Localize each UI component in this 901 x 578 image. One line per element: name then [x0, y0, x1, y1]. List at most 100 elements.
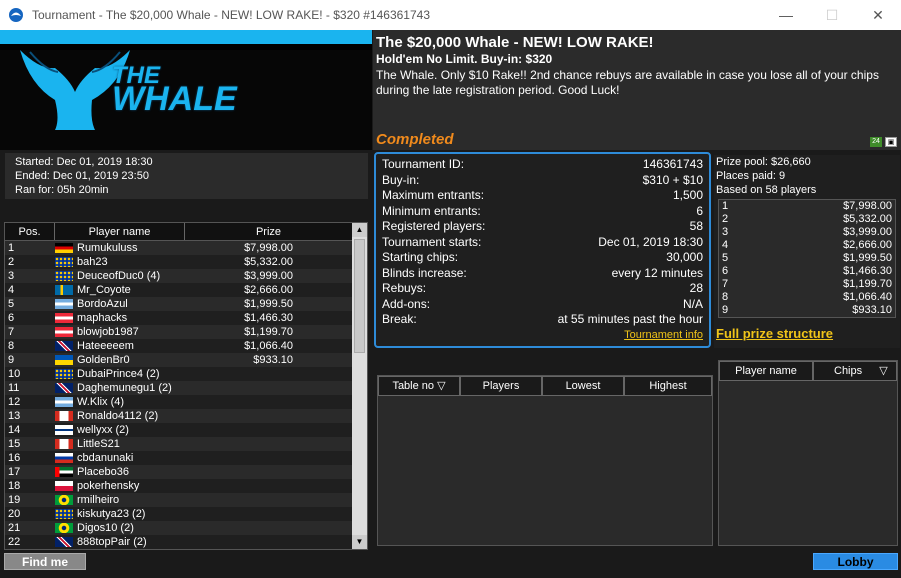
- column-table-no[interactable]: Table no ▽: [378, 376, 460, 396]
- country-flag-icon: [55, 271, 73, 281]
- result-player-name: pokerhensky: [77, 480, 140, 492]
- info-value: 30,000: [666, 250, 703, 264]
- result-row[interactable]: 5 BordoAzul $1,999.50: [5, 297, 367, 311]
- result-row[interactable]: 13 Ronaldo4112 (2): [5, 409, 367, 423]
- minimize-button[interactable]: —: [763, 0, 809, 30]
- country-flag-icon: [55, 313, 73, 323]
- column-lowest[interactable]: Lowest: [542, 376, 624, 396]
- prize-place: 1: [722, 200, 729, 212]
- result-row[interactable]: 17 Placebo36: [5, 465, 367, 479]
- info-row: Add-ons: N/A: [382, 297, 703, 313]
- country-flag-icon: [55, 243, 73, 253]
- result-player-name: LittleS21: [77, 438, 120, 450]
- result-pos: 1: [8, 242, 15, 254]
- tables-list[interactable]: Table no ▽ Players Lowest Highest: [377, 375, 713, 546]
- result-prize: [209, 493, 299, 507]
- prize-amount: $933.10: [852, 304, 892, 316]
- result-row[interactable]: 2 bah23 $5,332.00: [5, 255, 367, 269]
- poker-app-icon: [9, 8, 23, 22]
- result-row[interactable]: 21 Digos10 (2): [5, 521, 367, 535]
- result-prize: $933.10: [253, 354, 293, 366]
- result-row[interactable]: 10 DubaiPrince4 (2): [5, 367, 367, 381]
- prize-place: 3: [722, 226, 729, 238]
- results-list[interactable]: Pos. Player name Prize 1 Rumukuluss $7,998…: [4, 222, 368, 550]
- prize-row: 4 $2,666.00: [719, 239, 895, 252]
- result-player-name: Daghemunegu1 (2): [77, 382, 172, 394]
- prize-place: 7: [722, 278, 729, 290]
- tables-header: Table no ▽ Players Lowest Highest: [378, 376, 712, 396]
- column-pos[interactable]: Pos.: [5, 223, 55, 240]
- result-row[interactable]: 12 W.Klix (4): [5, 395, 367, 409]
- result-prize: $1,199.70: [244, 326, 293, 338]
- result-player-name: cbdanunaki: [77, 452, 134, 464]
- result-row[interactable]: 20 kiskutya23 (2): [5, 507, 367, 521]
- column-player-name[interactable]: Player name: [55, 223, 185, 240]
- column-chips[interactable]: Chips ▽: [813, 361, 897, 381]
- close-button[interactable]: ✕: [855, 0, 901, 30]
- results-scrollbar[interactable]: ▲ ▼: [352, 223, 367, 549]
- result-player-name: DeuceofDuc0 (4): [77, 270, 161, 282]
- result-prize: $5,332.00: [244, 256, 293, 268]
- info-row: Maximum entrants: 1,500: [382, 188, 703, 204]
- result-prize: [209, 381, 299, 395]
- info-value: Dec 01, 2019 18:30: [598, 234, 703, 249]
- result-row[interactable]: 16 cbdanunaki: [5, 451, 367, 465]
- result-pos: 9: [8, 354, 15, 366]
- result-row[interactable]: 19 rmilheiro: [5, 493, 367, 507]
- result-row[interactable]: 18 pokerhensky: [5, 479, 367, 493]
- info-row: Break: at 55 minutes past the hour: [382, 312, 703, 328]
- result-pos: 5: [8, 298, 15, 310]
- result-row[interactable]: 3 DeuceofDuc0 (4) $3,999.00: [5, 269, 367, 283]
- result-row[interactable]: 7 blowjob1987 $1,199.70: [5, 325, 367, 339]
- info-value: at 55 minutes past the hour: [557, 312, 703, 326]
- result-row[interactable]: 22 888topPair (2): [5, 535, 367, 549]
- scroll-up-arrow-icon[interactable]: ▲: [352, 223, 367, 237]
- column-highest[interactable]: Highest: [624, 376, 712, 396]
- result-row[interactable]: 9 GoldenBr0 $933.10: [5, 353, 367, 367]
- result-prize: [209, 367, 299, 381]
- based-on-players: Based on 58 players: [716, 184, 817, 196]
- window-title: Tournament - The $20,000 Whale - NEW! LO…: [32, 8, 430, 22]
- find-me-button[interactable]: Find me: [4, 553, 86, 570]
- result-row[interactable]: 8 Hateeeeem $1,066.40: [5, 339, 367, 353]
- column-player-name-2[interactable]: Player name: [719, 361, 813, 381]
- result-row[interactable]: 15 LittleS21: [5, 437, 367, 451]
- prize-row: 5 $1,999.50: [719, 252, 895, 265]
- info-label: Starting chips:: [382, 250, 459, 264]
- result-row[interactable]: 4 Mr_Coyote $2,666.00: [5, 283, 367, 297]
- tournament-subtitle: Hold'em No Limit. Buy-in: $320: [376, 52, 553, 66]
- result-player-name: kiskutya23 (2): [77, 508, 146, 520]
- scroll-down-arrow-icon[interactable]: ▼: [352, 535, 367, 549]
- full-prize-structure-link[interactable]: Full prize structure: [716, 326, 833, 341]
- lobby-button[interactable]: Lobby: [813, 553, 898, 570]
- status-icons: 24 ▣: [870, 137, 897, 147]
- tournament-info-link[interactable]: Tournament info: [624, 329, 703, 341]
- result-player-name: GoldenBr0: [77, 354, 130, 366]
- result-pos: 15: [8, 438, 21, 450]
- result-prize: $1,999.50: [244, 298, 293, 310]
- result-row[interactable]: 1 Rumukuluss $7,998.00: [5, 241, 367, 255]
- result-prize: $3,999.00: [244, 270, 293, 282]
- result-row[interactable]: 11 Daghemunegu1 (2): [5, 381, 367, 395]
- results-header: Pos. Player name Prize: [5, 223, 367, 241]
- result-row[interactable]: 6 maphacks $1,466.30: [5, 311, 367, 325]
- result-player-name: rmilheiro: [77, 494, 120, 506]
- country-flag-icon: [55, 383, 73, 393]
- column-prize[interactable]: Prize: [185, 223, 353, 240]
- result-player-name: Ronaldo4112 (2): [77, 410, 159, 422]
- result-row[interactable]: 14 wellyxx (2): [5, 423, 367, 437]
- prize-panel: Prize pool: $26,660 Places paid: 9 Based…: [714, 155, 900, 348]
- info-label: Break:: [382, 312, 417, 326]
- result-player-name: Digos10 (2): [77, 522, 134, 534]
- info-label: Buy-in:: [382, 172, 420, 187]
- ran-for-label: Ran for: 05h 20min: [15, 184, 109, 196]
- result-prize: [209, 409, 299, 423]
- result-player-name: blowjob1987: [77, 326, 139, 338]
- players-list[interactable]: Player name Chips ▽: [718, 360, 898, 546]
- country-flag-icon: [55, 327, 73, 337]
- info-row: Blinds increase: every 12 minutes: [382, 266, 703, 282]
- column-players[interactable]: Players: [460, 376, 542, 396]
- result-pos: 4: [8, 284, 15, 296]
- scroll-thumb[interactable]: [354, 239, 365, 353]
- result-player-name: Rumukuluss: [77, 242, 138, 254]
